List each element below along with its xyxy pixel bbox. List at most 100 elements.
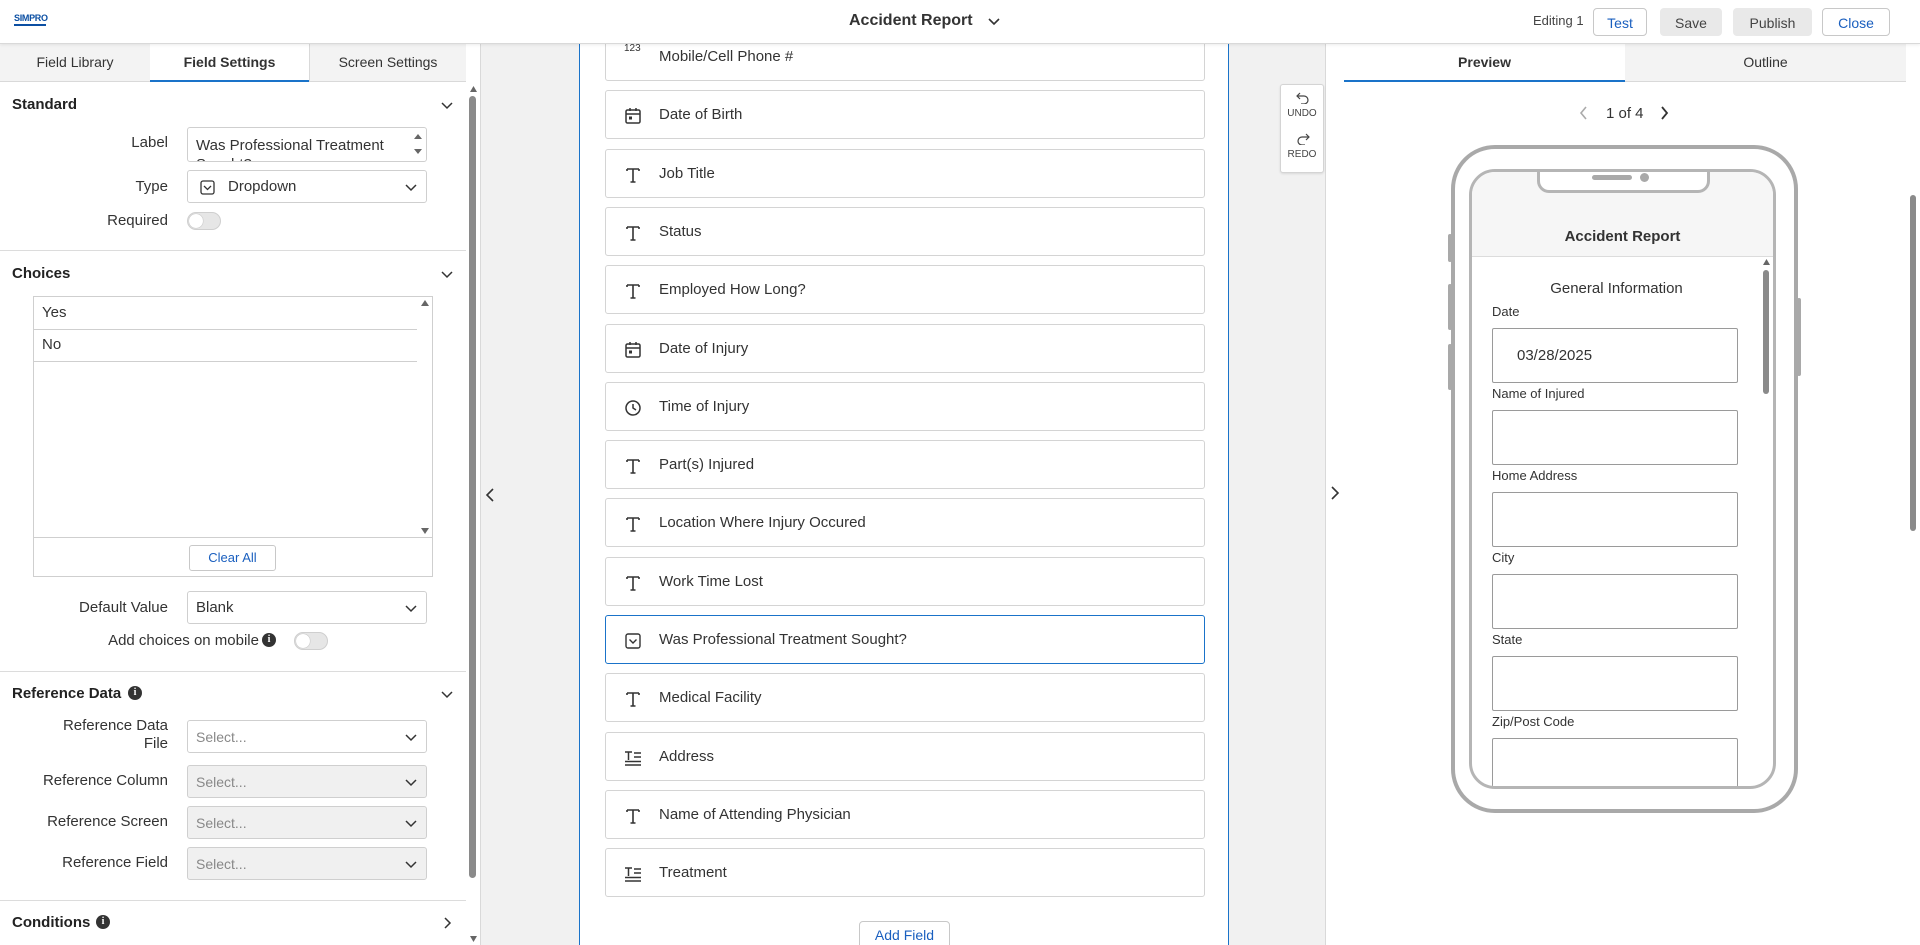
- chevron-down-icon[interactable]: [440, 687, 454, 701]
- field-row[interactable]: Part(s) Injured: [605, 440, 1205, 490]
- page-indicator: 1 of 4: [1606, 105, 1644, 122]
- left-panel-scrollbar[interactable]: [466, 84, 480, 945]
- field-row[interactable]: Date of Injury: [605, 323, 1205, 373]
- save-button[interactable]: Save: [1660, 8, 1722, 36]
- close-button[interactable]: Close: [1822, 8, 1890, 36]
- clock-icon: [625, 400, 641, 416]
- camera-icon: [1640, 173, 1649, 182]
- scroll-down-icon[interactable]: [420, 527, 430, 535]
- field-row-label: Date of Birth: [659, 106, 743, 124]
- field-row-label: Mobile/Cell Phone #: [659, 48, 794, 65]
- phone-preview: Accident Report General Information Date…: [1451, 145, 1798, 813]
- reference-field-select[interactable]: Select...: [187, 847, 427, 880]
- choices-scrollbar[interactable]: [418, 297, 432, 537]
- field-row[interactable]: Name of Attending Physician: [605, 789, 1205, 839]
- preview-field-input[interactable]: [1492, 738, 1738, 786]
- choices-heading[interactable]: Choices: [12, 265, 70, 282]
- stepper-arrows-icon[interactable]: [413, 131, 423, 157]
- reference-column-select[interactable]: Select...: [187, 765, 427, 798]
- scroll-up-icon[interactable]: [420, 299, 430, 307]
- field-row-label: Employed How Long?: [659, 281, 806, 299]
- tab-field-settings[interactable]: Field Settings: [150, 44, 309, 82]
- field-row[interactable]: Treatment: [605, 848, 1205, 898]
- field-row[interactable]: Medical Facility: [605, 673, 1205, 723]
- field-row[interactable]: Location Where Injury Occured: [605, 498, 1205, 548]
- right-panel-scrollbar[interactable]: [1906, 44, 1920, 945]
- standard-heading[interactable]: Standard: [12, 96, 77, 113]
- scrollbar-thumb[interactable]: [469, 96, 476, 878]
- undo-button[interactable]: UNDO: [1281, 108, 1323, 119]
- field-row[interactable]: Status: [605, 206, 1205, 256]
- preview-field-label: Home Address: [1492, 468, 1578, 483]
- simpro-logo: SIMPRO: [14, 14, 50, 28]
- reference-data-file-select[interactable]: Select...: [187, 720, 427, 753]
- default-value-select[interactable]: Blank: [187, 591, 427, 624]
- preview-field-input[interactable]: [1492, 656, 1738, 711]
- chevron-down-icon: [405, 820, 417, 828]
- tab-screen-settings[interactable]: Screen Settings: [309, 44, 466, 82]
- add-choices-mobile-toggle[interactable]: [294, 632, 328, 650]
- preview-field-label: City: [1492, 550, 1515, 565]
- chevron-down-icon[interactable]: [986, 12, 1002, 30]
- chevron-left-icon[interactable]: [1577, 104, 1591, 122]
- scrollbar-thumb[interactable]: [1910, 195, 1916, 531]
- info-icon[interactable]: i: [128, 686, 142, 700]
- reference-screen-select[interactable]: Select...: [187, 806, 427, 839]
- label-caption: Label: [131, 134, 168, 151]
- chevron-right-icon[interactable]: [440, 916, 454, 930]
- text-icon: [626, 692, 640, 708]
- tab-preview[interactable]: Preview: [1344, 44, 1625, 82]
- field-row[interactable]: Employed How Long?: [605, 265, 1205, 315]
- publish-button[interactable]: Publish: [1733, 8, 1812, 36]
- top-bar: SIMPRO Accident Report Editing 1 Test Sa…: [0, 0, 1920, 44]
- reference-data-heading[interactable]: Reference Data: [12, 685, 121, 702]
- preview-field-value: 03/28/2025: [1517, 347, 1593, 364]
- collapse-right-panel-icon[interactable]: [1327, 481, 1343, 505]
- preview-field-input[interactable]: [1492, 574, 1738, 629]
- field-row[interactable]: Address: [605, 731, 1205, 781]
- field-row[interactable]: Work Time Lost: [605, 556, 1205, 606]
- required-toggle[interactable]: [187, 212, 221, 230]
- scrollbar-thumb[interactable]: [1763, 270, 1769, 394]
- field-row[interactable]: Time of Injury: [605, 381, 1205, 431]
- test-button[interactable]: Test: [1593, 8, 1647, 36]
- tab-field-library[interactable]: Field Library: [0, 44, 150, 82]
- field-row[interactable]: Date of Birth: [605, 90, 1205, 140]
- collapse-left-panel-icon[interactable]: [482, 483, 498, 507]
- phone-scrollbar[interactable]: [1760, 258, 1772, 789]
- choice-item[interactable]: Yes: [34, 297, 417, 330]
- info-icon[interactable]: i: [96, 915, 110, 929]
- preview-field-label: Name of Injured: [1492, 386, 1585, 401]
- field-row-label: Time of Injury: [659, 397, 750, 415]
- chevron-right-icon[interactable]: [1657, 104, 1671, 122]
- form-title[interactable]: Accident Report: [849, 12, 973, 30]
- scroll-down-icon[interactable]: [469, 935, 478, 943]
- preview-field-input[interactable]: 03/28/2025: [1492, 328, 1738, 383]
- text-icon: [626, 459, 640, 474]
- field-row-label: Address: [659, 747, 715, 765]
- chevron-down-icon[interactable]: [440, 98, 454, 112]
- preview-field-input[interactable]: [1492, 492, 1738, 547]
- app-body: General Information Date 03/28/2025 Name o…: [1472, 258, 1773, 789]
- redo-button[interactable]: REDO: [1281, 149, 1323, 160]
- choice-item[interactable]: No: [34, 329, 417, 362]
- type-select[interactable]: Dropdown: [187, 170, 427, 203]
- preview-field-label: Date: [1492, 304, 1520, 319]
- field-row[interactable]: Job Title: [605, 148, 1205, 198]
- conditions-heading[interactable]: Conditions: [12, 914, 90, 931]
- field-row[interactable]: Was Professional Treatment Sought?: [605, 615, 1205, 664]
- scroll-down-icon[interactable]: [1762, 782, 1771, 789]
- undo-icon[interactable]: [1296, 90, 1310, 104]
- redo-icon[interactable]: [1296, 131, 1310, 145]
- chevron-down-icon[interactable]: [440, 267, 454, 281]
- tab-outline[interactable]: Outline: [1625, 44, 1906, 82]
- clear-all-button[interactable]: Clear All: [189, 545, 276, 571]
- dropdown-icon: [200, 180, 215, 195]
- scroll-up-icon[interactable]: [469, 85, 478, 93]
- scroll-up-icon[interactable]: [1762, 258, 1771, 266]
- label-input[interactable]: Was Professional Treatment Sought?: [187, 127, 427, 162]
- preview-field-input[interactable]: [1492, 410, 1738, 465]
- info-icon[interactable]: i: [262, 633, 276, 647]
- add-field-button[interactable]: Add Field: [859, 921, 950, 945]
- reference-data-file-caption: Reference Data: [62, 717, 168, 734]
